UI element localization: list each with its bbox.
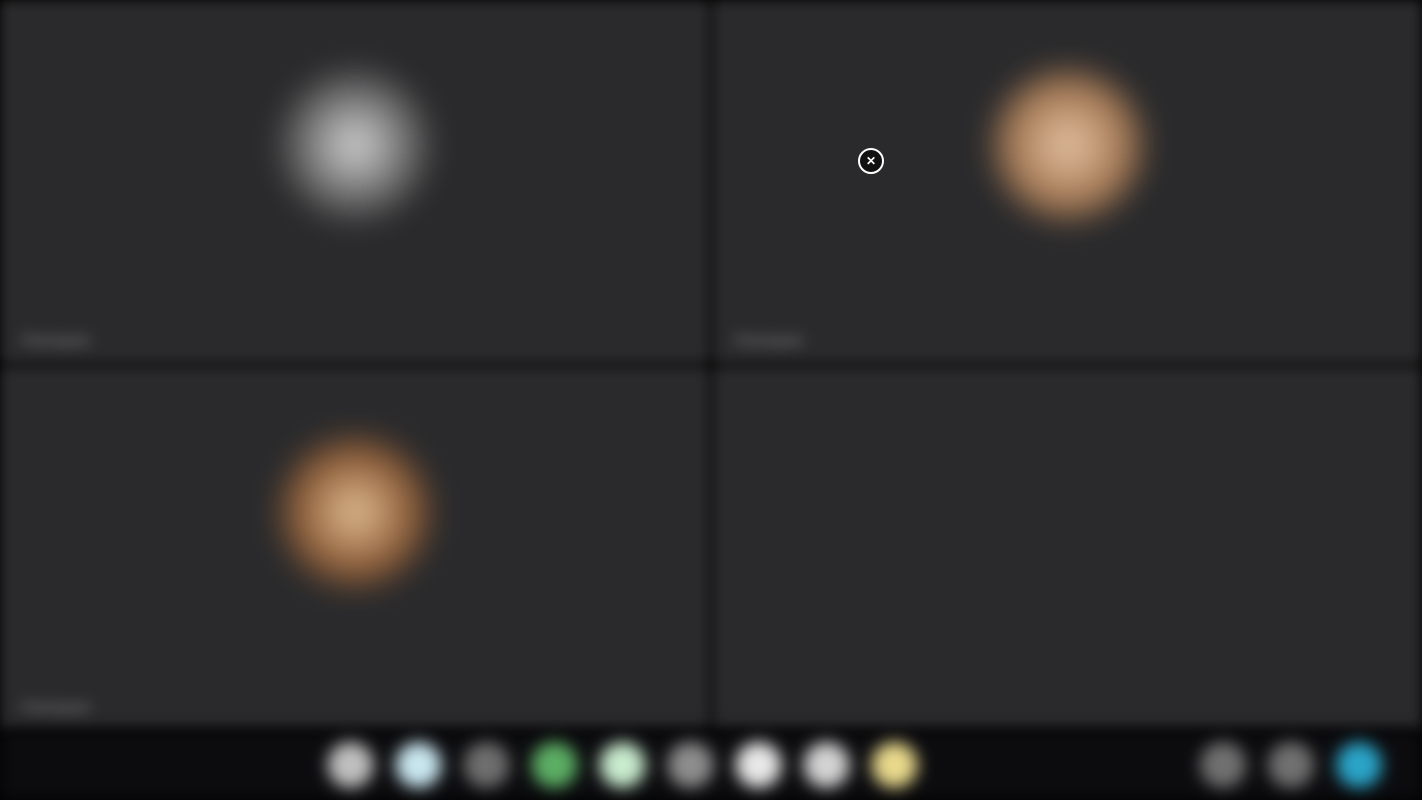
video-tile[interactable]: Participant (0, 0, 709, 363)
dock-center (328, 742, 918, 788)
avatar (993, 70, 1143, 220)
dock-item[interactable] (736, 742, 782, 788)
close-icon: ✕ (866, 154, 876, 168)
dock-item[interactable] (600, 742, 646, 788)
dock-item[interactable] (804, 742, 850, 788)
participant-name: Participant (735, 333, 803, 349)
avatar (280, 437, 430, 587)
participant-name: Participant (22, 333, 90, 349)
dock-item[interactable] (532, 742, 578, 788)
dock-item[interactable] (1268, 742, 1314, 788)
dock-item[interactable] (1200, 742, 1246, 788)
dock-item[interactable] (396, 742, 442, 788)
dock (0, 730, 1422, 800)
dock-item[interactable] (464, 742, 510, 788)
video-tile[interactable]: Participant (0, 367, 709, 730)
dock-item[interactable] (668, 742, 714, 788)
dock-item[interactable] (328, 742, 374, 788)
dock-item[interactable] (1336, 742, 1382, 788)
video-grid: Participant Participant Participant (0, 0, 1422, 730)
participant-name: Participant (22, 700, 90, 716)
avatar (280, 70, 430, 220)
dock-right (1200, 742, 1382, 788)
video-tile[interactable]: Participant (713, 0, 1422, 363)
close-button[interactable]: ✕ (858, 148, 884, 174)
dock-item[interactable] (872, 742, 918, 788)
video-tile[interactable] (713, 367, 1422, 730)
